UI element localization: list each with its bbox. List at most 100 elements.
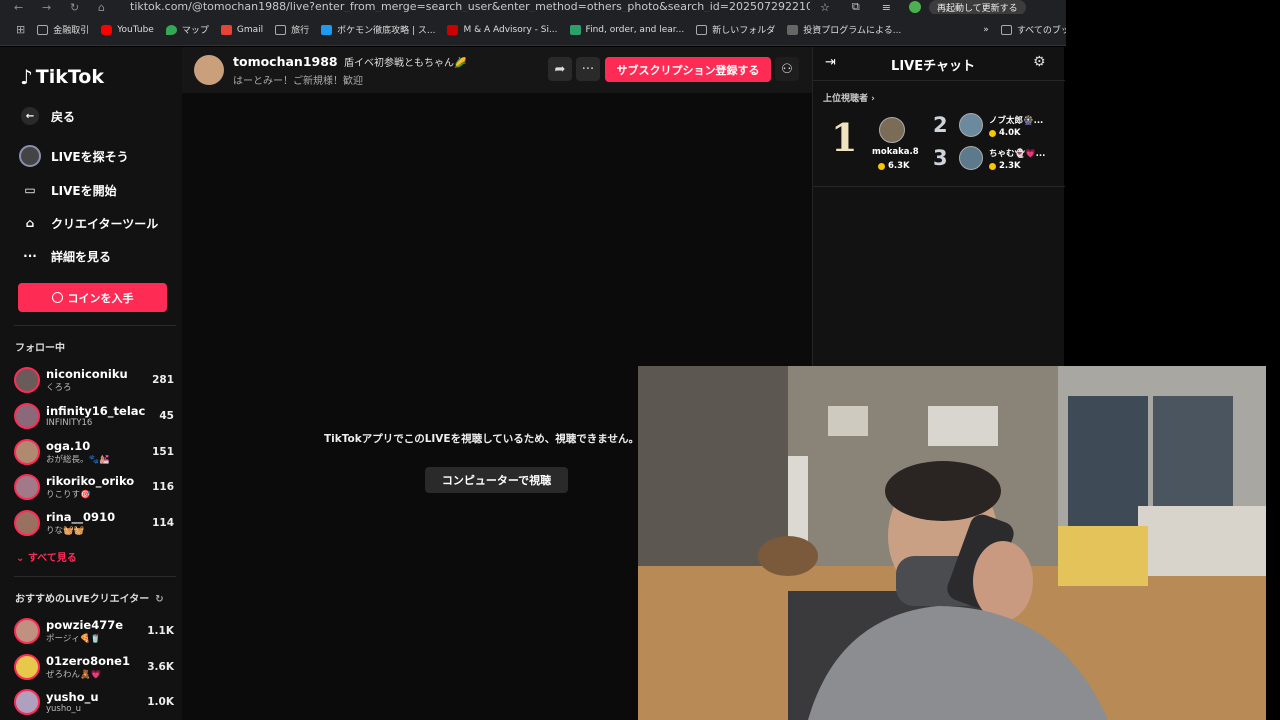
- live-avatar-icon: [18, 145, 42, 167]
- extensions-icon[interactable]: ⧉: [852, 0, 860, 14]
- coin-icon: [989, 129, 996, 137]
- following-item[interactable]: rina__0910 りな🧺🧺 114: [14, 507, 174, 539]
- bookmark-item[interactable]: 旅行: [275, 23, 309, 36]
- avatar[interactable]: [879, 117, 905, 143]
- divider: [14, 325, 176, 326]
- watch-on-computer-button[interactable]: コンピューターで視聴: [425, 467, 568, 493]
- coin-icon: [51, 292, 63, 303]
- recommended-item[interactable]: 01zero8one1 ぜろわん🧸💗 3.6K: [14, 651, 174, 683]
- folder-icon: [37, 24, 49, 35]
- rank-number: 2: [933, 113, 948, 137]
- bookmark-item[interactable]: 金融取引: [37, 23, 89, 36]
- viewer-points: 4.0K: [989, 128, 1021, 138]
- top-viewers-link[interactable]: 上位視聴者 ›: [823, 91, 875, 104]
- viewer-points: 6.3K: [878, 161, 910, 171]
- browser-toolbar: ← → ↻ ⌂ tiktok.com/@tomochan1988/live?en…: [0, 0, 1066, 14]
- nav-creator-tools[interactable]: ⌂ クリエイターツール: [18, 212, 159, 234]
- following-item[interactable]: niconiconiku くろろ 281: [14, 364, 174, 396]
- bookmark-item[interactable]: Find, order, and lear...: [569, 24, 684, 35]
- bookmark-item[interactable]: M & A Advisory - Si...: [447, 24, 558, 35]
- apps-grid-icon[interactable]: ⊞: [16, 23, 25, 36]
- all-bookmarks[interactable]: すべてのブックマーク: [1000, 23, 1066, 36]
- avatar: [14, 689, 40, 715]
- webcam-overlay: [638, 366, 1266, 720]
- coin-icon: [989, 162, 996, 170]
- following-item[interactable]: oga.10 おが総長。🐾💒 151: [14, 436, 174, 468]
- profile-avatar[interactable]: [908, 1, 921, 13]
- subscribe-button[interactable]: サブスクリプション登録する: [605, 57, 771, 82]
- following-title: フォロー中: [15, 343, 65, 354]
- avatar: [14, 403, 40, 429]
- host-avatar[interactable]: [194, 55, 224, 85]
- bookmark-item[interactable]: ポケモン徹底攻略 | ス...: [321, 23, 435, 36]
- folder-icon: [1000, 24, 1012, 35]
- reload-icon[interactable]: ↻: [70, 1, 84, 14]
- video-camera-icon: ▭: [24, 183, 36, 197]
- recommended-item[interactable]: yusho_u yusho_u 1.0K: [14, 686, 174, 718]
- nav-explore-live[interactable]: LIVEを探そう: [18, 145, 129, 167]
- bookmarks-bar: ⊞ 金融取引 YouTube マップ Gmail 旅行 ポケモン徹底攻略 | ス…: [0, 14, 1066, 46]
- more-options-icon[interactable]: ···: [576, 57, 600, 81]
- unavailable-notice: TikTokアプリでこのLIVEを視聴しているため、視聴できません。: [324, 433, 639, 445]
- webcam-image: [638, 366, 1266, 720]
- creator-tools-icon: ⌂: [25, 216, 35, 230]
- folder-icon: [275, 24, 287, 35]
- see-all-link[interactable]: ⌄ すべて見る: [16, 549, 77, 564]
- forward-arrow-icon[interactable]: →: [42, 1, 56, 14]
- bookmark-item[interactable]: Gmail: [220, 24, 263, 35]
- tiktok-note-icon: ♪: [20, 65, 33, 89]
- viewer-name: ちゃむ👻💗...: [989, 149, 1046, 159]
- avatar: [14, 618, 40, 644]
- maps-icon: [165, 24, 177, 35]
- bookmark-item[interactable]: 新しいフォルダ: [696, 23, 775, 36]
- bookmark-item[interactable]: 投資プログラムによる...: [787, 23, 901, 36]
- gear-icon[interactable]: ⚙: [1033, 54, 1046, 70]
- left-sidebar: ♪ TikTok ← 戻る LIVEを探そう ▭ LIVEを開始 ⌂ クリエイター…: [0, 47, 182, 720]
- rank-number: 1: [831, 115, 858, 160]
- bookmark-item[interactable]: マップ: [165, 23, 209, 36]
- site-icon: [569, 24, 581, 35]
- user-settings-icon[interactable]: ⚇: [775, 57, 799, 81]
- following-item[interactable]: rikoriko_oriko りこりす🎯 116: [14, 471, 174, 503]
- bookmark-item[interactable]: YouTube: [101, 24, 154, 35]
- avatar: [14, 474, 40, 500]
- recommended-item[interactable]: powzie477e ポージィ🍕🥤 1.1K: [14, 615, 174, 647]
- host-message: はーとみー！ご新規様！歓迎: [233, 76, 363, 87]
- tiktok-logo[interactable]: ♪ TikTok: [20, 65, 104, 89]
- host-name[interactable]: tomochan1988 盾イベ初参戦ともちゃん🌽: [233, 54, 466, 69]
- home-icon[interactable]: ⌂: [98, 1, 112, 14]
- viewer-name: mokaka.8: [872, 147, 919, 157]
- screen: ← → ↻ ⌂ tiktok.com/@tomochan1988/live?en…: [0, 0, 1280, 720]
- chevron-down-icon: ⌄: [16, 553, 28, 564]
- avatar[interactable]: [959, 113, 983, 137]
- recommended-title: おすすめのLIVEクリエイター ↻: [15, 594, 164, 605]
- avatar[interactable]: [959, 146, 983, 170]
- gmail-icon: [220, 24, 232, 35]
- coin-icon: [878, 162, 885, 170]
- back-link[interactable]: ← 戻る: [18, 105, 75, 127]
- top-viewers-ranking: 1 mokaka.8 6.3K 2 ノブ太郎🎡... 4.0K 3 ちゃむ👻💗.…: [813, 105, 1065, 187]
- get-coins-button[interactable]: コインを入手: [18, 283, 167, 312]
- share-icon[interactable]: ➦: [548, 57, 572, 81]
- refresh-icon[interactable]: ↻: [155, 594, 163, 605]
- site-icon: [787, 24, 799, 35]
- back-icon: ←: [18, 105, 42, 127]
- media-icon[interactable]: ≡: [882, 1, 891, 14]
- restart-update-button[interactable]: 再起動して更新する: [928, 0, 1026, 14]
- avatar: [14, 510, 40, 536]
- nav-more[interactable]: ··· 詳細を見る: [18, 245, 111, 267]
- site-icon: [321, 24, 333, 35]
- divider: [14, 576, 176, 577]
- bookmark-star-icon[interactable]: ☆: [820, 1, 830, 14]
- site-icon: [447, 24, 459, 35]
- nav-start-live[interactable]: ▭ LIVEを開始: [18, 179, 116, 201]
- address-bar[interactable]: tiktok.com/@tomochan1988/live?enter_from…: [130, 2, 810, 12]
- more-dots-icon: ···: [23, 249, 37, 263]
- more-bookmarks-icon[interactable]: »: [983, 25, 989, 35]
- viewer-name: ノブ太郎🎡...: [989, 116, 1044, 126]
- following-item[interactable]: infinity16_telac INFINITY16 45: [14, 400, 174, 432]
- avatar: [14, 654, 40, 680]
- viewer-points: 2.3K: [989, 161, 1021, 171]
- back-arrow-icon[interactable]: ←: [14, 1, 28, 14]
- rank-number: 3: [933, 146, 948, 170]
